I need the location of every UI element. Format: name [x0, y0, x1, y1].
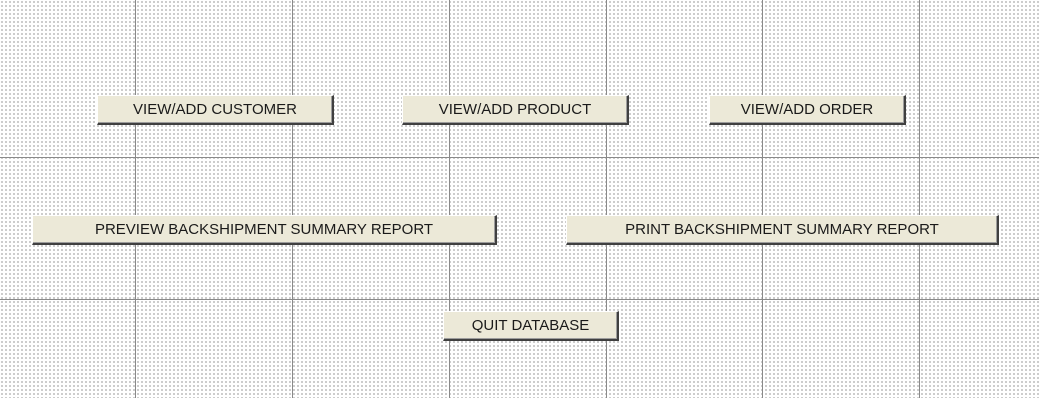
- grid-line: [0, 299, 1039, 300]
- quit-database-button[interactable]: QUIT DATABASE: [443, 311, 619, 341]
- grid-line: [919, 0, 920, 398]
- view-add-product-button[interactable]: VIEW/ADD PRODUCT: [402, 95, 629, 125]
- view-add-customer-button[interactable]: VIEW/ADD CUSTOMER: [97, 95, 334, 125]
- grid-line: [0, 157, 1039, 158]
- grid-line: [292, 0, 293, 398]
- view-add-order-button[interactable]: VIEW/ADD ORDER: [709, 95, 906, 125]
- grid-line: [135, 0, 136, 398]
- print-backshipment-report-button[interactable]: PRINT BACKSHIPMENT SUMMARY REPORT: [566, 215, 999, 245]
- preview-backshipment-report-button[interactable]: PREVIEW BACKSHIPMENT SUMMARY REPORT: [32, 215, 497, 245]
- grid-line: [762, 0, 763, 398]
